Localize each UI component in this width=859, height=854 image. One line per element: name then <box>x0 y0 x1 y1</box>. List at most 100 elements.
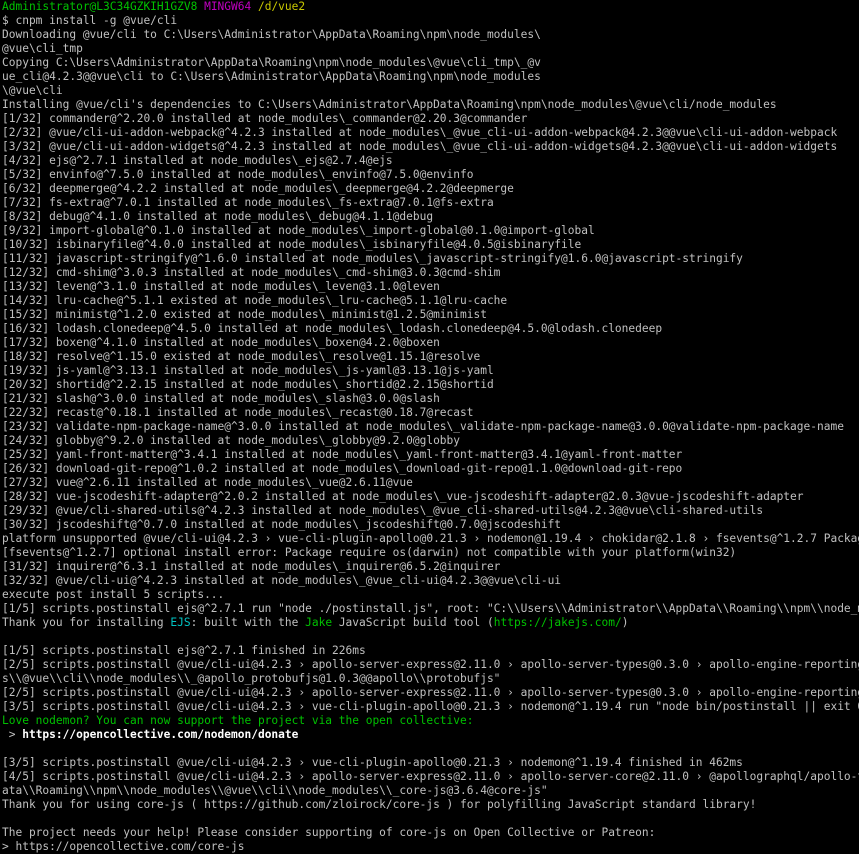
output-text: [12/32] cmd-shim@^3.0.3 installed at nod… <box>2 266 501 279</box>
link-text: https://opencollective.com/nodemon/donat… <box>22 728 299 741</box>
output-text: platform unsupported @vue/cli-ui@4.2.3 ›… <box>2 532 859 545</box>
output-text: ue_cli@4.2.3@@vue\cli to C:\Users\Admini… <box>2 70 541 83</box>
terminal-line: [13/32] leven@^3.1.0 installed at node_m… <box>2 280 859 294</box>
terminal-line: [17/32] boxen@^4.1.0 installed at node_m… <box>2 336 859 350</box>
output-text: [10/32] isbinaryfile@^4.0.0 installed at… <box>2 238 582 251</box>
output-text: [30/32] jscodeshift@^0.7.0 installed at … <box>2 518 562 531</box>
terminal-output: Administrator@L3C34GZKIH1GZV8 MINGW64 /d… <box>0 0 859 854</box>
output-text: Installing @vue/cli's dependencies to C:… <box>2 98 777 111</box>
terminal-line: [18/32] resolve@^1.15.0 existed at node_… <box>2 350 859 364</box>
output-text: \@vue\cli <box>2 84 63 97</box>
output-text: [14/32] lru-cache@^5.1.1 existed at node… <box>2 294 508 307</box>
terminal-line: [22/32] recast@^0.18.1 installed at node… <box>2 406 859 420</box>
terminal-line: [11/32] javascript-stringify@^1.6.0 inst… <box>2 252 859 266</box>
output-text: Copying C:\Users\Administrator\AppData\R… <box>2 56 541 69</box>
terminal-line: [16/32] lodash.clonedeep@^4.5.0 installe… <box>2 322 859 336</box>
output-text: [9/32] import-global@^0.1.0 installed at… <box>2 224 595 237</box>
output-text: [3/5] scripts.postinstall @vue/cli-ui@4.… <box>2 700 859 713</box>
terminal-line: [2/32] @vue/cli-ui-addon-webpack@^4.2.3 … <box>2 126 859 140</box>
terminal-line: > https://opencollective.com/nodemon/don… <box>2 728 859 742</box>
output-text: [1/5] scripts.postinstall ejs@^2.7.1 run… <box>2 602 859 615</box>
terminal-line: [7/32] fs-extra@^7.0.1 installed at node… <box>2 196 859 210</box>
output-text: [2/5] scripts.postinstall @vue/cli-ui@4.… <box>2 686 859 699</box>
output-text: > <box>2 728 23 741</box>
output-text: @vue\cli_tmp <box>2 42 83 55</box>
output-text: > https://opencollective.com/core-js <box>2 840 245 853</box>
terminal-line: [14/32] lru-cache@^5.1.1 existed at node… <box>2 294 859 308</box>
output-text: [21/32] slash@^3.0.0 installed at node_m… <box>2 392 440 405</box>
terminal-line: [26/32] download-git-repo@^1.0.2 install… <box>2 462 859 476</box>
output-text: Jake <box>305 616 333 629</box>
output-text: [29/32] @vue/cli-shared-utils@^4.2.3 ins… <box>2 504 764 517</box>
output-text: [28/32] vue-jscodeshift-adapter@^2.0.2 i… <box>2 490 804 503</box>
terminal-line: \@vue\cli <box>2 84 859 98</box>
terminal-window[interactable]: Administrator@L3C34GZKIH1GZV8 MINGW64 /d… <box>0 0 859 854</box>
output-text: [32/32] @vue/cli-ui@^4.2.3 installed at … <box>2 574 562 587</box>
terminal-line: Love nodemon? You can now support the pr… <box>2 714 859 728</box>
output-text: [15/32] minimist@^1.2.0 existed at node_… <box>2 308 487 321</box>
output-text: [26/32] download-git-repo@^1.0.2 install… <box>2 462 683 475</box>
output-text: Love nodemon? You can now support the pr… <box>2 714 474 727</box>
terminal-line: [31/32] inquirer@^6.3.1 installed at nod… <box>2 560 859 574</box>
output-text: ) <box>621 616 629 629</box>
terminal-line: Thank you for installing EJS: built with… <box>2 616 859 630</box>
terminal-line: $ cnpm install -g @vue/cli <box>2 14 859 28</box>
terminal-line: The project needs your help! Please cons… <box>2 826 859 840</box>
terminal-line: [3/5] scripts.postinstall @vue/cli-ui@4.… <box>2 700 859 714</box>
terminal-line: [19/32] js-yaml@^3.13.1 installed at nod… <box>2 364 859 378</box>
terminal-line: [15/32] minimist@^1.2.0 existed at node_… <box>2 308 859 322</box>
terminal-line: Copying C:\Users\Administrator\AppData\R… <box>2 56 859 70</box>
output-text: Administrator@L3C34GZKIH1GZV8 <box>2 0 205 13</box>
output-text: [1/32] commander@^2.20.0 installed at no… <box>2 112 528 125</box>
output-text: Thank you for using core-js ( https://gi… <box>2 798 757 811</box>
output-text: [13/32] leven@^3.1.0 installed at node_m… <box>2 280 440 293</box>
output-text: ata\\Roaming\\npm\\node_modules\\@vue\\c… <box>2 784 548 797</box>
terminal-line: @vue\cli_tmp <box>2 42 859 56</box>
output-text: [24/32] globby@^9.2.0 installed at node_… <box>2 434 461 447</box>
terminal-line: Thank you for using core-js ( https://gi… <box>2 798 859 812</box>
output-text: s\\@vue\\cli\\node_modules\\_@apollo_pro… <box>2 672 501 685</box>
output-text: [3/32] @vue/cli-ui-addon-widgets@^4.2.3 … <box>2 140 838 153</box>
terminal-line: [29/32] @vue/cli-shared-utils@^4.2.3 ins… <box>2 504 859 518</box>
terminal-line: [3/5] scripts.postinstall @vue/cli-ui@4.… <box>2 756 859 770</box>
terminal-line: [2/5] scripts.postinstall @vue/cli-ui@4.… <box>2 686 859 700</box>
terminal-line: [4/5] scripts.postinstall @vue/cli-ui@4.… <box>2 770 859 784</box>
output-text: Thank you for installing <box>2 616 171 629</box>
output-text: MINGW64 <box>204 0 258 13</box>
terminal-line: [8/32] debug@^4.1.0 installed at node_mo… <box>2 210 859 224</box>
output-text: execute post install 5 scripts... <box>2 588 225 601</box>
terminal-line: [9/32] import-global@^0.1.0 installed at… <box>2 224 859 238</box>
link-text: https://jakejs.com/ <box>493 616 622 629</box>
terminal-line: [21/32] slash@^3.0.0 installed at node_m… <box>2 392 859 406</box>
output-text: [25/32] yaml-front-matter@^3.4.1 install… <box>2 448 683 461</box>
terminal-line: [1/5] scripts.postinstall ejs@^2.7.1 fin… <box>2 644 859 658</box>
output-text: $ cnpm install -g @vue/cli <box>2 14 178 27</box>
terminal-line: Administrator@L3C34GZKIH1GZV8 MINGW64 /d… <box>2 0 859 14</box>
terminal-line: [2/5] scripts.postinstall @vue/cli-ui@4.… <box>2 658 859 672</box>
output-text: [fsevents@^1.2.7] optional install error… <box>2 546 737 559</box>
output-text: : built with the <box>190 616 306 629</box>
terminal-line: [20/32] shortid@^2.2.15 installed at nod… <box>2 378 859 392</box>
output-text: [2/5] scripts.postinstall @vue/cli-ui@4.… <box>2 658 859 671</box>
output-text: [22/32] recast@^0.18.1 installed at node… <box>2 406 474 419</box>
output-text: /d/vue2 <box>257 0 306 13</box>
terminal-line: [1/5] scripts.postinstall ejs@^2.7.1 run… <box>2 602 859 616</box>
output-text: [23/32] validate-npm-package-name@^3.0.0… <box>2 420 844 433</box>
output-text: [8/32] debug@^4.1.0 installed at node_mo… <box>2 210 434 223</box>
terminal-line: Downloading @vue/cli to C:\Users\Adminis… <box>2 28 859 42</box>
terminal-line: > https://opencollective.com/core-js <box>2 840 859 854</box>
terminal-line: [fsevents@^1.2.7] optional install error… <box>2 546 859 560</box>
terminal-line: [1/32] commander@^2.20.0 installed at no… <box>2 112 859 126</box>
output-text: [20/32] shortid@^2.2.15 installed at nod… <box>2 378 494 391</box>
output-text: The project needs your help! Please cons… <box>2 826 656 839</box>
output-text: [6/32] deepmerge@^4.2.2 installed at nod… <box>2 182 514 195</box>
output-text: [31/32] inquirer@^6.3.1 installed at nod… <box>2 560 501 573</box>
output-text: [18/32] resolve@^1.15.0 existed at node_… <box>2 350 481 363</box>
terminal-line: ue_cli@4.2.3@@vue\cli to C:\Users\Admini… <box>2 70 859 84</box>
output-text: [4/5] scripts.postinstall @vue/cli-ui@4.… <box>2 770 859 783</box>
terminal-line: [27/32] vue@^2.6.11 installed at node_mo… <box>2 476 859 490</box>
terminal-line: [23/32] validate-npm-package-name@^3.0.0… <box>2 420 859 434</box>
